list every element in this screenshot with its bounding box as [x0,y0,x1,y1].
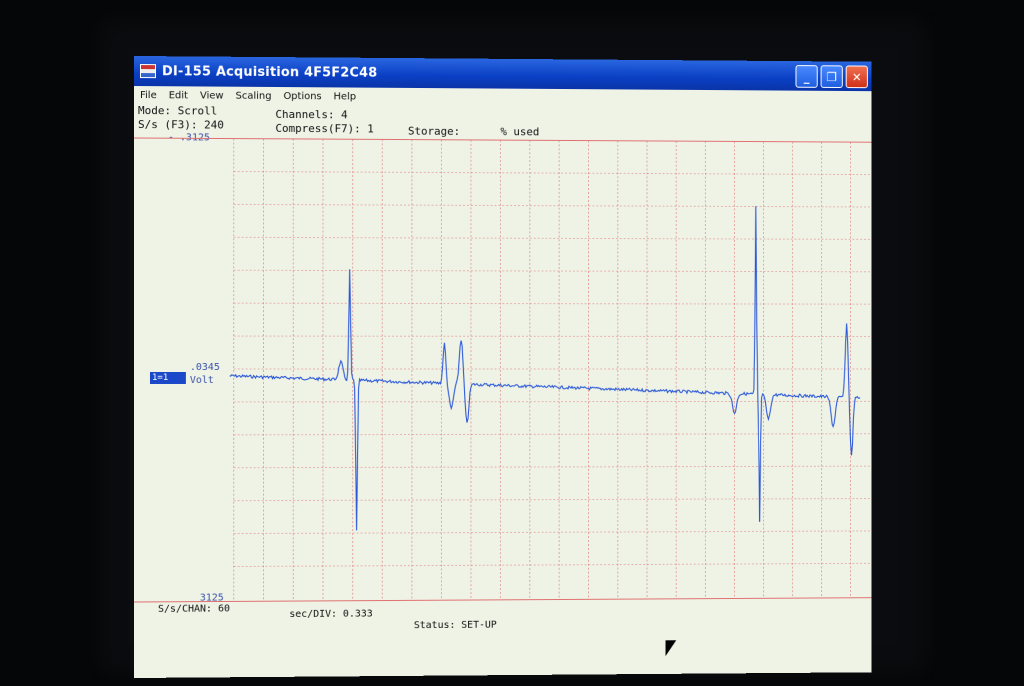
mode-text: Mode: Scroll [137,104,218,118]
used-text: % used [500,125,540,139]
plot-grid [134,138,872,602]
grid-line-horizontal [234,563,872,566]
compress-text: Compress(F7): 1 [275,121,374,136]
grid-line-horizontal [234,237,872,239]
menu-options[interactable]: Options [283,91,321,102]
grid-line-horizontal [234,171,872,174]
menu-file[interactable]: File [140,90,157,101]
grid-line-horizontal [234,434,872,435]
grid-line-horizontal [234,466,872,468]
grid-line-horizontal [234,270,872,272]
channels-text: Channels: 4 [275,107,348,122]
restore-button[interactable]: ❐ [820,65,843,89]
menu-view[interactable]: View [200,90,224,101]
mouse-cursor-icon [665,640,677,657]
grid-line-horizontal [234,401,872,402]
grid-line-horizontal [234,531,872,534]
menu-bar: File Edit View Scaling Options Help [134,86,872,109]
samples-per-channel: S/s/CHAN: 60 [157,603,230,615]
channel-trace [230,204,860,531]
close-button[interactable]: ✕ [845,65,868,89]
window-controls: _ ❐ ✕ [795,65,868,89]
grid-line-horizontal [234,204,872,207]
sample-rate-text: S/s (F3): 240 [137,118,224,132]
plot-border-line [134,138,872,142]
menu-scaling[interactable]: Scaling [236,90,272,101]
waveform-plot [134,136,872,606]
grid-line-horizontal [234,499,872,501]
minimize-button[interactable]: _ [795,65,818,88]
plot-border-line [134,598,872,602]
screen: DI-155 Acquisition 4F5F2C48 _ ❐ ✕ File E… [134,56,872,678]
menu-help[interactable]: Help [334,91,357,102]
sec-per-div: sec/DIV: 0.333 [289,608,373,621]
status-text: Status: SET-UP [413,619,497,632]
window-title: DI-155 Acquisition 4F5F2C48 [161,63,378,81]
grid-line-horizontal [234,303,872,304]
menu-edit[interactable]: Edit [169,90,188,101]
app-icon [139,64,156,79]
storage-text: Storage: [407,124,461,138]
